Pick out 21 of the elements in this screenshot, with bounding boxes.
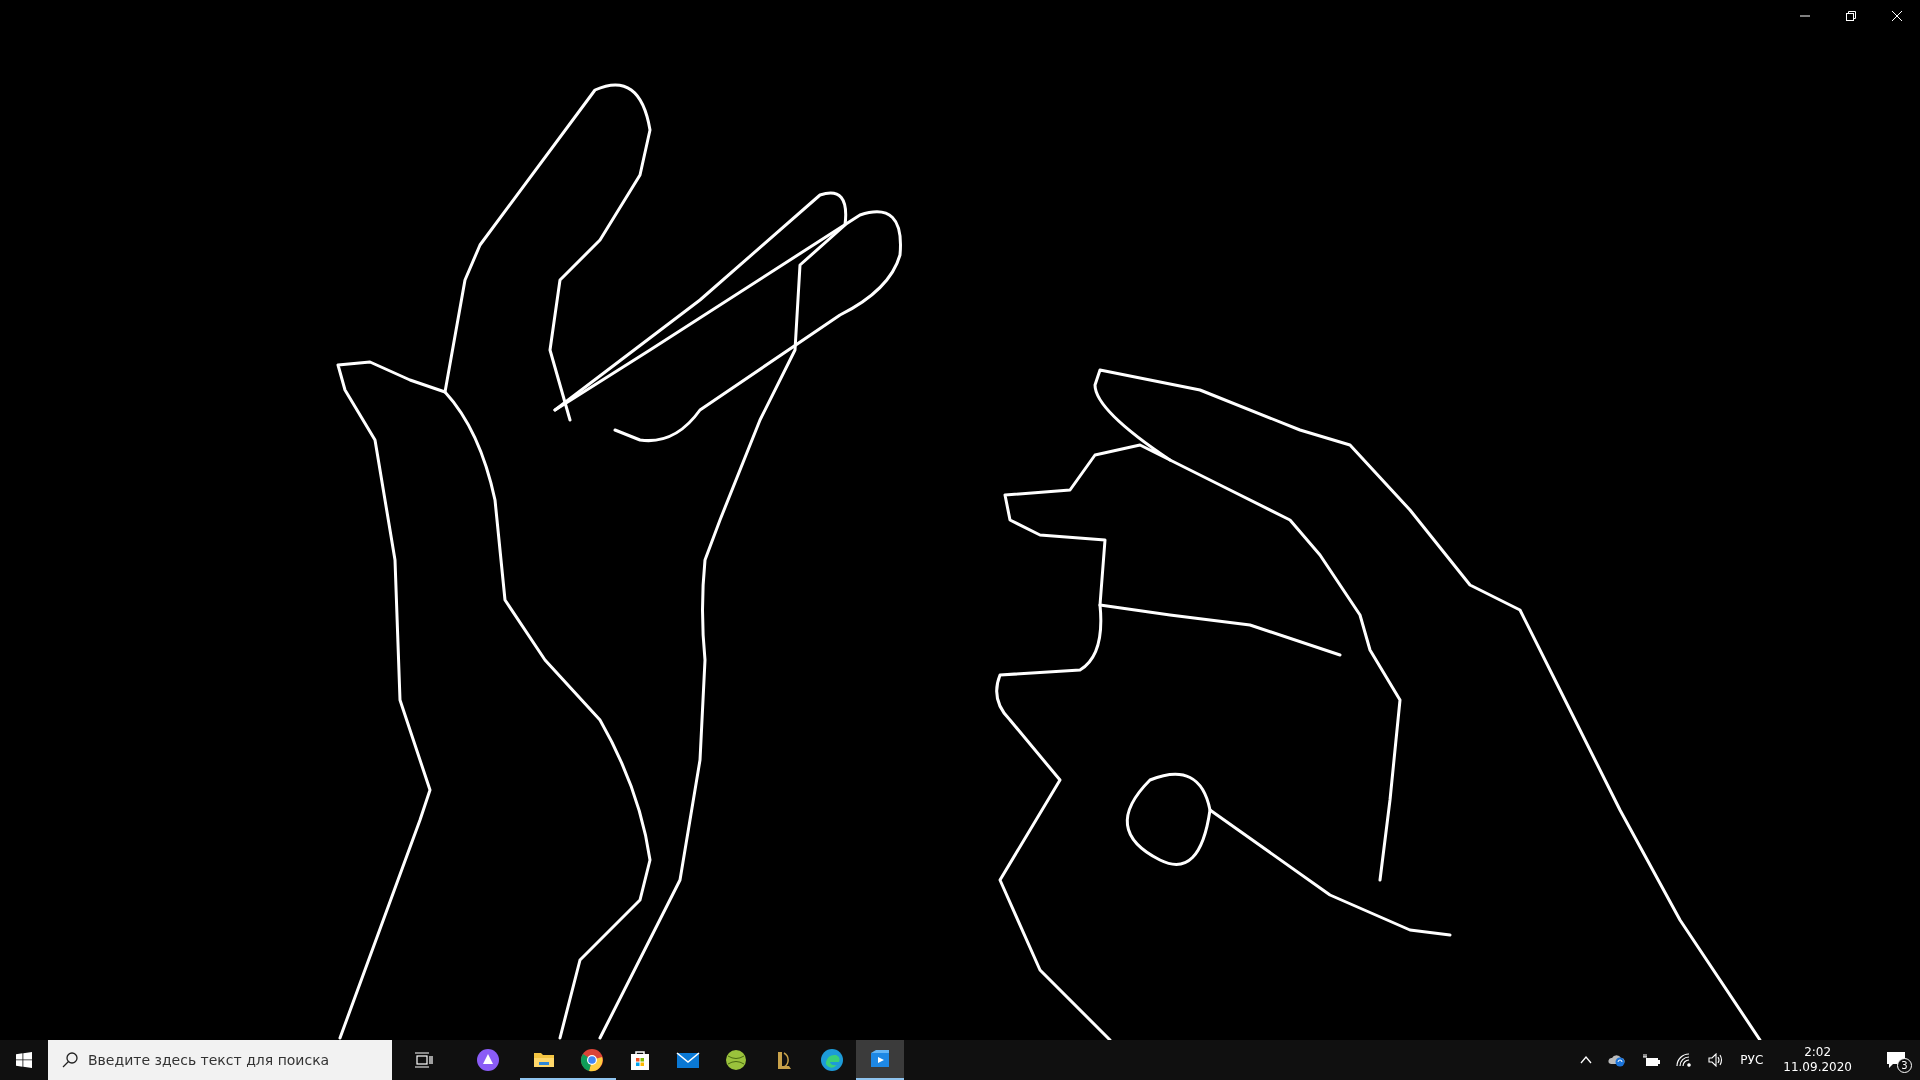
task-view-icon <box>415 1052 433 1068</box>
battery-icon[interactable] <box>1642 1054 1661 1066</box>
close-icon <box>1892 11 1902 21</box>
notifications-button[interactable]: 3 <box>1872 1040 1920 1080</box>
restore-icon <box>1846 11 1856 21</box>
windows-logo-icon <box>16 1052 32 1068</box>
search-field[interactable]: Введите здесь текст для поиска <box>48 1040 392 1080</box>
shopping-bag-icon <box>628 1048 652 1072</box>
cloud-sync-icon[interactable] <box>1608 1053 1627 1067</box>
speaker-icon[interactable] <box>1708 1053 1725 1067</box>
language-indicator[interactable]: РУС <box>1740 1051 1764 1069</box>
ball-icon <box>724 1048 748 1072</box>
chevron-up-icon[interactable] <box>1580 1056 1593 1064</box>
browser-icon <box>580 1048 604 1072</box>
assistant-icon <box>476 1048 500 1072</box>
taskbar-app-button[interactable] <box>856 1040 904 1080</box>
notification-count: 3 <box>1897 1058 1912 1073</box>
wifi-icon[interactable] <box>1676 1053 1693 1067</box>
clock-time[interactable]: 2:02 <box>1783 1045 1852 1060</box>
clock-date[interactable]: 11.09.2020 <box>1783 1060 1852 1075</box>
wave-icon <box>820 1048 844 1072</box>
